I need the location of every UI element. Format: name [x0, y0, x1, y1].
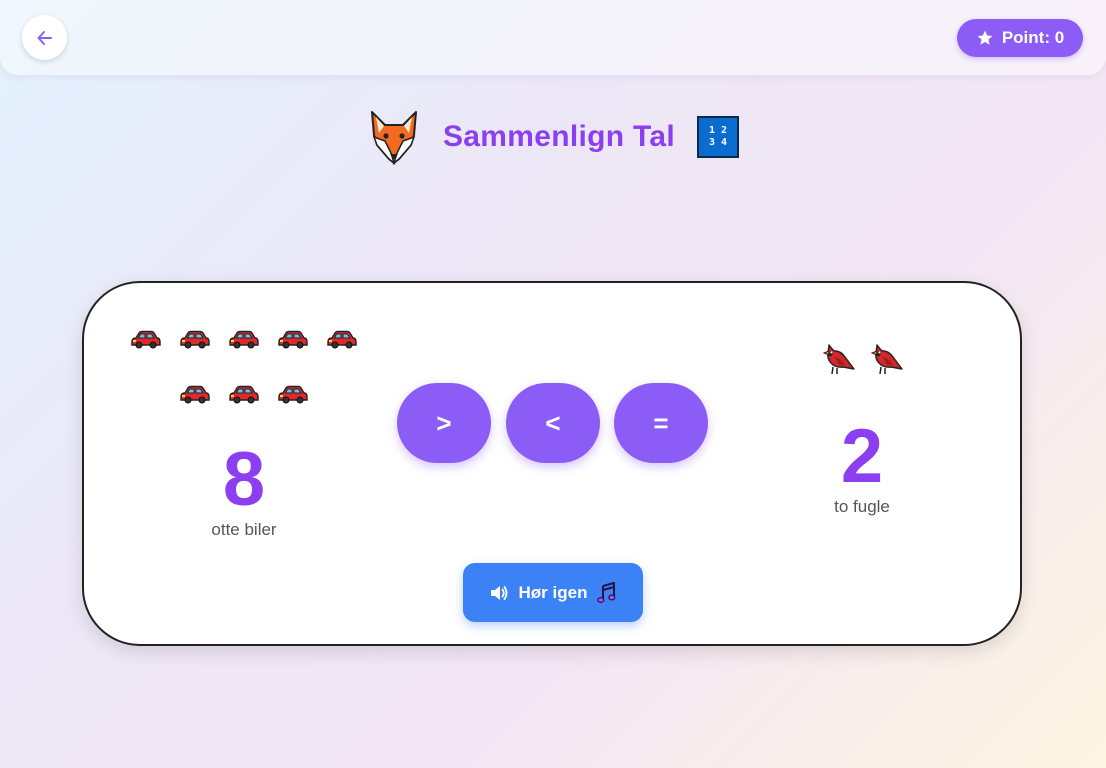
car-icon — [278, 385, 308, 404]
right-group: 2 to fugle — [784, 339, 940, 517]
car-icon — [229, 385, 259, 404]
car-icon — [180, 385, 210, 404]
top-bar: Point: 0 — [0, 0, 1106, 75]
points-label: Point: 0 — [1001, 28, 1065, 47]
less-than-button[interactable]: < — [506, 383, 600, 463]
star-icon — [977, 30, 993, 45]
speaker-icon — [490, 585, 507, 600]
car-icon — [327, 330, 357, 349]
listen-again-label: Hør igen — [518, 582, 588, 602]
left-number-label: otte biler — [211, 520, 277, 539]
comparison-card: 8 otte biler > < = 2 to fugle Hør igen — [82, 281, 1022, 646]
page-title: Sammenlign Tal — [442, 120, 676, 153]
car-icon — [180, 330, 210, 349]
arrow-left-icon — [37, 30, 52, 45]
car-icon — [278, 330, 308, 349]
left-group: 8 otte biler — [124, 319, 364, 540]
car-row — [124, 319, 364, 359]
car-icon — [229, 330, 259, 349]
equal-button[interactable]: = — [614, 383, 708, 463]
car-row — [124, 374, 364, 414]
bird-icon — [822, 344, 855, 375]
right-number: 2 — [840, 414, 884, 499]
points-badge: Point: 0 — [957, 19, 1083, 57]
input-numbers-icon: 1 2 3 4 — [697, 116, 740, 158]
bird-row — [784, 339, 940, 379]
title-row: Sammenlign Tal 1 2 3 4 — [0, 107, 1106, 167]
right-number-label: to fugle — [834, 497, 890, 516]
greater-than-button[interactable]: > — [397, 383, 491, 463]
left-number: 8 — [222, 437, 266, 522]
music-notes-icon — [597, 581, 616, 603]
back-button[interactable] — [22, 15, 67, 60]
bird-icon — [870, 344, 903, 375]
car-icon — [131, 330, 161, 349]
numbers-icon-row-2: 3 4 — [708, 137, 728, 148]
fox-icon — [370, 111, 417, 165]
listen-again-button[interactable]: Hør igen — [463, 563, 643, 622]
numbers-icon-row-1: 1 2 — [708, 125, 728, 136]
